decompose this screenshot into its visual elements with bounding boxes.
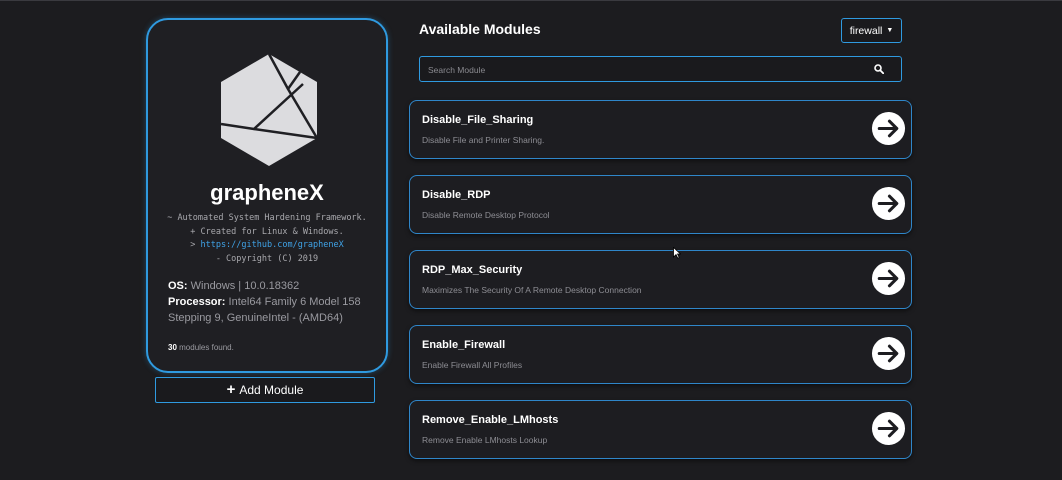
top-divider [0,0,1062,1]
module-description: Disable File and Printer Sharing. [422,135,545,145]
add-module-button[interactable]: + Add Module [155,377,375,403]
arrow-right-circle-icon[interactable] [871,411,906,446]
add-module-label: Add Module [239,383,304,397]
search-box [419,56,902,82]
module-name: Disable_RDP [422,189,491,201]
arrow-right-circle-icon[interactable] [871,111,906,146]
tagline: ~ Automated System Hardening Framework. … [148,212,386,266]
arrow-right-circle-icon[interactable] [871,261,906,296]
github-link[interactable]: https://github.com/grapheneX [200,240,343,250]
processor-label: Processor: [168,296,226,308]
tagline-line-1: ~ Automated System Hardening Framework. [167,213,367,223]
tagline-line-3: > https://github.com/grapheneX [148,239,386,253]
module-name: Disable_File_Sharing [422,114,534,126]
filter-label: firewall [849,24,883,37]
os-info: OS: Windows | 10.0.18362 [168,278,374,294]
module-description: Remove Enable LMhosts Lookup [422,435,548,445]
modules-count: 30 [168,343,177,352]
modules-found: 30 modules found. [168,343,234,352]
module-name: Enable_Firewall [422,339,506,351]
arrow-right-circle-icon[interactable] [871,336,906,371]
page-title: Available Modules [419,21,541,37]
app-name: grapheneX [210,180,324,205]
tagline-line-2: + Created for Linux & Windows. [190,226,344,237]
plus-icon: + [226,381,236,398]
module-card[interactable]: Disable_File_Sharing Disable File and Pr… [409,100,912,159]
tagline-line-4: - Copyright (C) 2019 [215,253,319,264]
search-input[interactable] [426,57,860,82]
processor-info: Processor: Intel64 Family 6 Model 158 St… [168,294,374,326]
module-description: Disable Remote Desktop Protocol [422,210,550,220]
graphene-logo-icon [220,54,318,166]
module-card[interactable]: RDP_Max_Security Maximizes The Security … [409,250,912,309]
tagline-prefix: > [190,240,196,250]
profile-card: grapheneX ~ Automated System Hardening F… [146,18,388,373]
module-filter-dropdown[interactable]: firewall ▼ [841,18,902,43]
module-name: RDP_Max_Security [422,264,523,276]
search-icon[interactable] [874,64,884,74]
modules-found-label: modules found. [179,343,234,352]
system-info: OS: Windows | 10.0.18362 Processor: Inte… [168,278,374,326]
os-label: OS: [168,280,188,292]
module-name: Remove_Enable_LMhosts [422,414,559,426]
module-card[interactable]: Disable_RDP Disable Remote Desktop Proto… [409,175,912,234]
os-value: Windows | 10.0.18362 [190,280,300,292]
mouse-cursor-icon [673,247,681,259]
module-description: Enable Firewall All Profiles [422,360,523,370]
module-card[interactable]: Remove_Enable_LMhosts Remove Enable LMho… [409,400,912,459]
caret-down-icon: ▼ [886,27,894,34]
module-description: Maximizes The Security Of A Remote Deskt… [422,285,642,295]
module-card[interactable]: Enable_Firewall Enable Firewall All Prof… [409,325,912,384]
arrow-right-circle-icon[interactable] [871,186,906,221]
